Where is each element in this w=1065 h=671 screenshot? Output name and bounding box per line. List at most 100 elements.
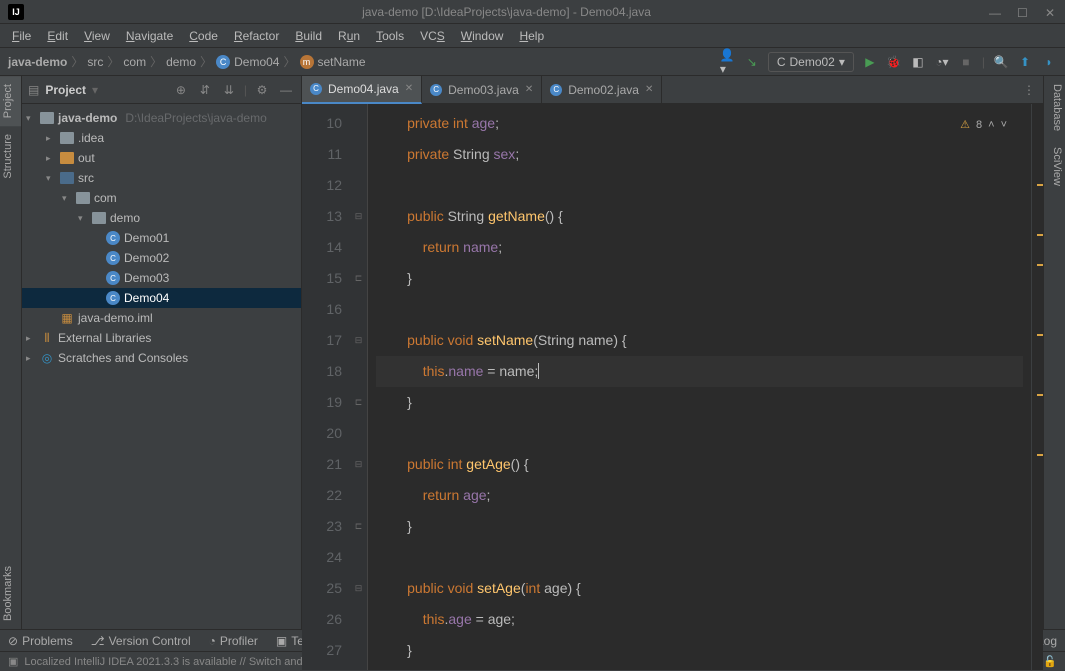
tree-src[interactable]: ▾src [22,168,301,188]
editor-tabs: CDemo04.java✕ CDemo03.java✕ CDemo02.java… [302,76,1043,104]
tool-sciview[interactable]: SciView [1044,139,1065,194]
update-icon[interactable]: ⬆ [1017,54,1033,70]
readonly-icon[interactable]: 🔓 [1043,655,1057,668]
code-editor[interactable]: private int age; private String sex; pub… [368,104,1031,670]
breadcrumb-class[interactable]: Demo04 [234,55,279,69]
tab-close-icon[interactable]: ✕ [405,83,413,94]
tool-project[interactable]: Project [0,76,21,126]
fold-icon[interactable]: ⊟ [350,449,367,480]
tab-menu-icon[interactable]: ⋮ [1015,83,1043,97]
tool-database[interactable]: Database [1044,76,1065,139]
menu-run[interactable]: Run [330,29,368,43]
panel-title: Project [45,83,86,97]
tree-iml[interactable]: ▦java-demo.iml [22,308,301,328]
menu-help[interactable]: Help [511,29,552,43]
profile-icon[interactable]: ◔▾ [934,54,950,70]
ide-settings-icon[interactable]: ◗ [1041,54,1057,70]
tree-com[interactable]: ▾com [22,188,301,208]
fold-icon[interactable]: ⊟ [350,201,367,232]
windows-icon[interactable]: ▣ [8,655,18,668]
tree-out[interactable]: ▸out [22,148,301,168]
menu-refactor[interactable]: Refactor [226,29,287,43]
run-icon[interactable]: ▶ [862,54,878,70]
menu-vcs[interactable]: VCS [412,29,453,43]
tab-close-icon[interactable]: ✕ [645,84,653,95]
tree-demo03[interactable]: CDemo03 [22,268,301,288]
select-opened-icon[interactable]: ⊕ [172,81,190,99]
tab-demo03[interactable]: CDemo03.java✕ [422,76,542,104]
tab-demo04[interactable]: CDemo04.java✕ [302,76,422,104]
prev-highlight-icon[interactable]: ˄ [988,110,994,141]
project-panel: ▤ Project ▾ ⊕ ⇵ ⇊ | ⚙ — ▾java-demoD:\Ide… [22,76,302,629]
tree-scratches[interactable]: ▸◎Scratches and Consoles [22,348,301,368]
tab-demo02[interactable]: CDemo02.java✕ [542,76,662,104]
inspection-widget[interactable]: ⚠ 8 ˄ ˅ [960,110,1007,141]
menu-code[interactable]: Code [181,29,226,43]
chevron-down-icon[interactable]: ▾ [92,83,98,97]
tool-structure[interactable]: Structure [0,126,21,187]
method-icon: m [300,55,314,69]
line-number-gutter: 101112 131415 161718 192021 222324 25262… [302,104,350,670]
tool-vcs[interactable]: ⎇Version Control [91,634,191,648]
fold-gutter: ⊟ ⊏ ⊟ ⊏ ⊟ ⊏ ⊟ [350,104,368,670]
menu-build[interactable]: Build [287,29,330,43]
branch-icon: ⎇ [91,634,105,648]
build-hammer-icon[interactable]: ↘ [744,54,760,70]
right-tool-strip: Database SciView [1043,76,1065,629]
breadcrumb-src[interactable]: src [87,55,103,69]
breadcrumb-method[interactable]: setName [318,55,366,69]
tool-problems[interactable]: ⊘Problems [8,634,73,648]
collapse-all-icon[interactable]: ⇊ [220,81,238,99]
window-title: java-demo [D:\IdeaProjects\java-demo] - … [24,5,989,19]
tree-idea[interactable]: ▸.idea [22,128,301,148]
fold-icon[interactable]: ⊟ [350,573,367,604]
breadcrumb: java-demo 〉 src 〉 com 〉 demo 〉 C Demo04 … [8,53,366,70]
tree-root[interactable]: ▾java-demoD:\IdeaProjects\java-demo [22,108,301,128]
breadcrumb-demo[interactable]: demo [166,55,196,69]
tree-external-libs[interactable]: ▸⫴External Libraries [22,328,301,348]
chevron-down-icon: ▾ [839,55,845,69]
menubar: FFileile Edit View Navigate Code Refacto… [0,24,1065,48]
expand-all-icon[interactable]: ⇵ [196,81,214,99]
stop-icon[interactable]: ■ [958,54,974,70]
gear-icon[interactable]: ⚙ [253,81,271,99]
fold-end-icon[interactable]: ⊏ [350,263,367,294]
maximize-icon[interactable]: ☐ [1017,6,1029,18]
profiler-icon: ◔ [209,634,216,648]
menu-file[interactable]: FFileile [4,29,39,43]
coverage-icon[interactable]: ◧ [910,54,926,70]
breadcrumb-root[interactable]: java-demo [8,55,67,69]
navigation-bar: java-demo 〉 src 〉 com 〉 demo 〉 C Demo04 … [0,48,1065,76]
menu-view[interactable]: View [76,29,118,43]
tool-bookmarks[interactable]: Bookmarks [0,558,21,629]
user-icon[interactable]: 👤▾ [720,54,736,70]
tab-close-icon[interactable]: ✕ [525,84,533,95]
fold-end-icon[interactable]: ⊏ [350,387,367,418]
tool-profiler[interactable]: ◔Profiler [209,634,258,648]
search-icon[interactable]: 🔍 [993,54,1009,70]
run-config-label: Demo02 [789,55,834,69]
menu-navigate[interactable]: Navigate [118,29,181,43]
next-highlight-icon[interactable]: ˅ [1001,110,1007,141]
error-stripe[interactable] [1031,104,1043,670]
menu-window[interactable]: Window [453,29,512,43]
close-icon[interactable]: ✕ [1045,6,1057,18]
problems-icon: ⊘ [8,634,18,648]
minimize-icon[interactable]: — [989,6,1001,18]
hide-panel-icon[interactable]: — [277,81,295,99]
class-icon: C [216,55,230,69]
tree-demo01[interactable]: CDemo01 [22,228,301,248]
run-config-selector[interactable]: C Demo02 ▾ [768,52,854,72]
tree-demo[interactable]: ▾demo [22,208,301,228]
tree-demo04[interactable]: CDemo04 [22,288,301,308]
menu-tools[interactable]: Tools [368,29,412,43]
menu-edit[interactable]: Edit [39,29,76,43]
breadcrumb-com[interactable]: com [123,55,146,69]
fold-icon[interactable]: ⊟ [350,325,367,356]
fold-end-icon[interactable]: ⊏ [350,511,367,542]
warning-count: 8 [976,110,982,141]
tree-demo02[interactable]: CDemo02 [22,248,301,268]
project-tree: ▾java-demoD:\IdeaProjects\java-demo ▸.id… [22,104,301,372]
warning-icon: ⚠ [960,110,970,141]
debug-icon[interactable]: 🐞 [886,54,902,70]
